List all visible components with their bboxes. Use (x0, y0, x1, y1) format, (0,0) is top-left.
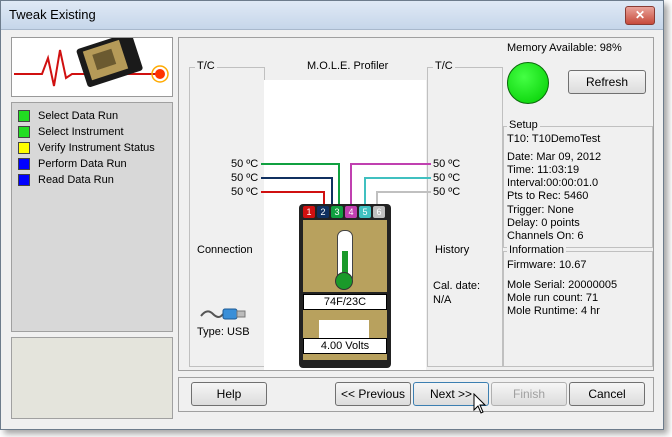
step-select-data-run: Select Data Run (18, 109, 118, 123)
setup-label: Setup (507, 119, 540, 131)
mole-run-count: Mole run count: 71 (507, 292, 599, 304)
wizard-button-bar: Help << Previous Next >> Finish Cancel (178, 377, 654, 412)
thermometer-bulb-icon (335, 272, 353, 290)
mouse-cursor-icon (473, 393, 487, 414)
battery-icon (319, 320, 369, 338)
memory-available: Memory Available: 98% (507, 42, 622, 54)
close-button[interactable]: ✕ (625, 6, 655, 25)
mole-device: 74F/23C 4.00 Volts 1 2 3 4 5 6 (299, 204, 391, 368)
cal-date-value: N/A (433, 294, 452, 306)
usb-cable-icon (200, 308, 246, 320)
setup-channels-on: Channels On: 6 (507, 230, 584, 242)
firmware-version: Firmware: 10.67 (507, 259, 587, 271)
channel-4-marker: 4 (345, 206, 357, 218)
channel-markers: 1 2 3 4 5 6 (303, 206, 387, 220)
device-voltage-readout: 4.00 Volts (303, 338, 387, 354)
mole-runtime: Mole Runtime: 4 hr (507, 305, 600, 317)
channel-2-marker: 2 (317, 206, 329, 218)
step-read-data-run: Read Data Run (18, 173, 114, 187)
thermometer-fill (342, 251, 348, 273)
step-select-instrument: Select Instrument (18, 125, 124, 139)
description-box (11, 337, 173, 419)
heartbeat-device-logo-icon (14, 32, 169, 87)
device-temp-readout: 74F/23C (303, 294, 387, 310)
step-perform-data-run: Perform Data Run (18, 157, 127, 171)
channel-5-marker: 5 (359, 206, 371, 218)
mole-logo (11, 32, 173, 97)
finish-button[interactable]: Finish (491, 382, 567, 406)
setup-delay: Delay: 0 points (507, 217, 580, 229)
instrument-status-panel: M.O.L.E. Profiler T/C Connection T/C His… (178, 37, 654, 371)
title-bar: Tweak Existing ✕ (1, 1, 663, 30)
previous-button[interactable]: << Previous (335, 382, 411, 406)
setup-date: Date: Mar 09, 2012 (507, 151, 602, 163)
information-label: Information (507, 244, 567, 256)
setup-time: Time: 11:03:19 (507, 164, 580, 176)
setup-trigger: Trigger: None (507, 204, 574, 216)
channel-6-marker: 6 (373, 206, 385, 218)
tweak-existing-window: Tweak Existing ✕ Select Data Run Select … (0, 0, 664, 430)
status-green-icon (18, 126, 30, 139)
window-title: Tweak Existing (9, 7, 96, 22)
status-led-icon (507, 62, 549, 104)
wizard-steps-list: Select Data Run Select Instrument Verify… (11, 102, 173, 332)
step-verify-instrument-status: Verify Instrument Status (18, 141, 155, 155)
status-blue-icon (18, 174, 30, 187)
help-button[interactable]: Help (191, 382, 267, 406)
setup-points: Pts to Rec: 5460 (507, 190, 589, 202)
mole-serial: Mole Serial: 20000005 (507, 279, 618, 291)
channel-3-marker: 3 (331, 206, 343, 218)
setup-interval: Interval:00:00:01.0 (507, 177, 599, 189)
cal-date-label: Cal. date: (433, 280, 481, 292)
status-green-icon (18, 110, 30, 123)
connection-type: Type: USB (197, 326, 250, 338)
cancel-button[interactable]: Cancel (569, 382, 645, 406)
status-yellow-icon (18, 142, 30, 155)
status-blue-icon (18, 158, 30, 171)
channel-1-marker: 1 (303, 206, 315, 218)
setup-name: T10: T10DemoTest (507, 133, 601, 145)
refresh-button[interactable]: Refresh (568, 70, 646, 94)
